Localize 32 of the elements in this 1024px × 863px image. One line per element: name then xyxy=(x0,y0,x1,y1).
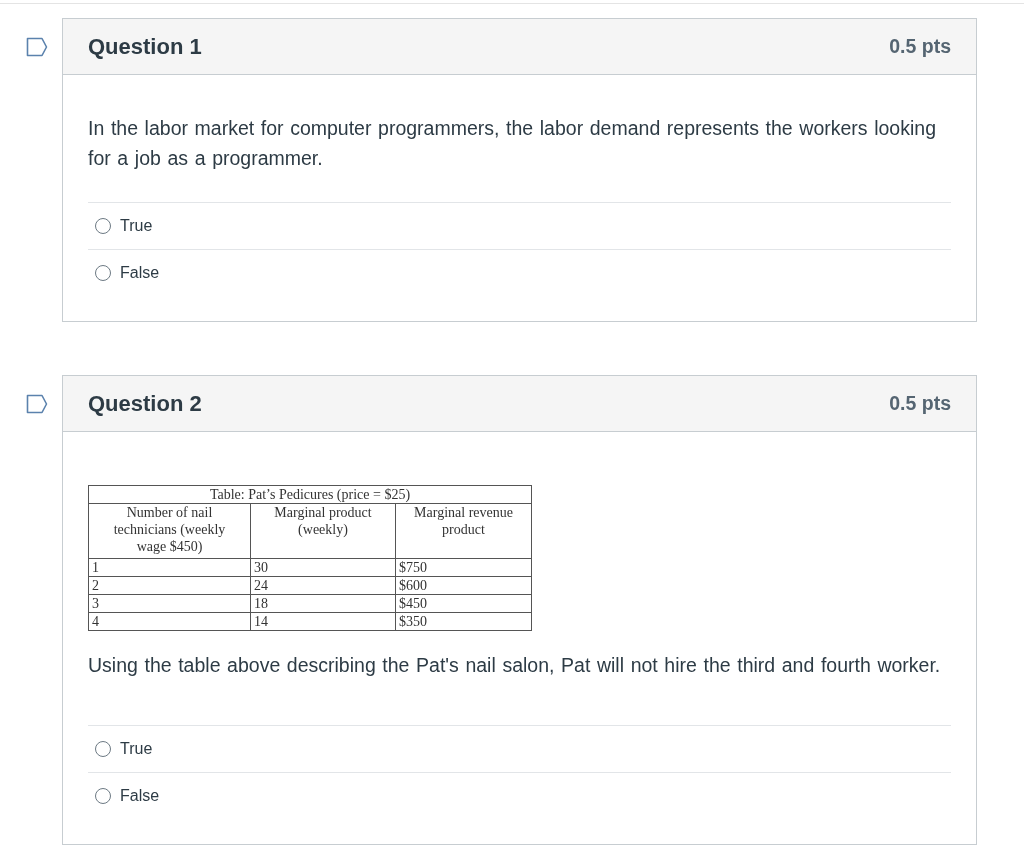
table-cell: $600 xyxy=(395,576,532,595)
question-text: Using the table above describing the Pat's nail salon, Pat will not hire the third and fourth worker. xyxy=(88,653,942,678)
answer-option[interactable]: True xyxy=(88,726,153,772)
table-caption: Table: Pat’s Pedicures (price = $25) xyxy=(88,485,532,504)
question-title: Question 2 xyxy=(88,390,202,417)
radio-button[interactable] xyxy=(95,265,111,281)
points-label: 0.5 pts xyxy=(889,35,951,58)
radio-button[interactable] xyxy=(95,788,111,804)
table-cell: 18 xyxy=(250,594,396,613)
question-title: Question 1 xyxy=(88,33,202,60)
tag-icon[interactable] xyxy=(26,394,48,414)
table-cell: $750 xyxy=(395,558,532,577)
table-cell: $450 xyxy=(395,594,532,613)
question-text: In the labor market for computer programmers, the labor demand represents the workers looking for a job as a programmer. xyxy=(88,116,937,171)
points-label: 0.5 pts xyxy=(889,392,951,415)
table-cell: 3 xyxy=(88,594,251,613)
table-cell: 4 xyxy=(88,612,251,631)
column-header: Marginal revenue product xyxy=(395,503,532,559)
table-cell: 24 xyxy=(250,576,396,595)
answer-option[interactable]: True xyxy=(88,203,153,249)
radio-button[interactable] xyxy=(95,741,111,757)
column-header: Marginal product (weekly) xyxy=(250,503,396,559)
table-cell: $350 xyxy=(395,612,532,631)
table-cell: 14 xyxy=(250,612,396,631)
table-cell: 1 xyxy=(88,558,251,577)
table-cell: 2 xyxy=(88,576,251,595)
answer-option[interactable]: False xyxy=(88,250,160,296)
table-cell: 30 xyxy=(250,558,396,577)
radio-button[interactable] xyxy=(95,218,111,234)
answer-option[interactable]: False xyxy=(88,773,160,819)
tag-icon[interactable] xyxy=(26,37,48,57)
column-header: Number of nail technicians (weekly wage $450) xyxy=(88,503,251,559)
